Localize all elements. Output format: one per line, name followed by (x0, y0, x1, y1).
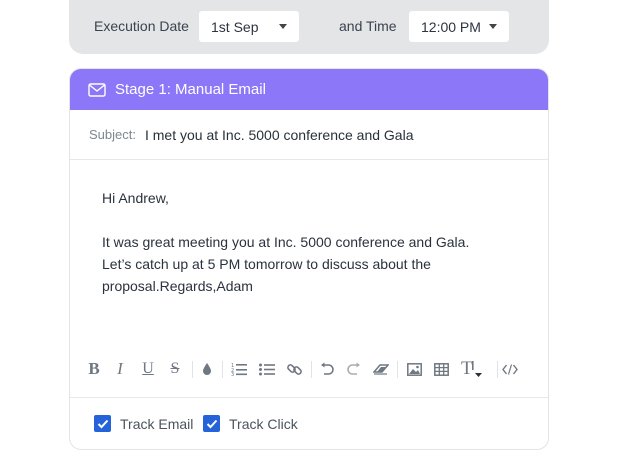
toolbar-divider (311, 361, 312, 378)
subject-row[interactable]: Subject: I met you at Inc. 5000 conferen… (70, 110, 548, 160)
strikethrough-button[interactable]: S (167, 360, 183, 378)
table-icon[interactable] (433, 360, 449, 378)
text-size-icon[interactable]: T (461, 358, 491, 379)
track-click-label: Track Click (229, 415, 298, 432)
bullet-list-icon[interactable] (259, 360, 275, 378)
stage-card: Stage 1: Manual Email Subject: I met you… (69, 68, 549, 450)
stage-title: Stage 1: Manual Email (115, 81, 266, 98)
bold-button[interactable]: B (86, 359, 102, 378)
italic-button[interactable]: I (113, 359, 127, 378)
image-icon[interactable] (406, 360, 422, 378)
redo-icon[interactable] (346, 360, 362, 378)
code-icon[interactable] (502, 360, 518, 378)
text-size-glyph: T (461, 358, 473, 379)
body-greeting: Hi Andrew, (102, 190, 169, 206)
ink-drop-icon[interactable] (200, 360, 214, 378)
execution-time-label: and Time (339, 18, 397, 34)
link-icon[interactable] (286, 360, 302, 378)
eraser-icon[interactable] (373, 360, 389, 378)
execution-date-select[interactable]: 1st Sep (199, 11, 299, 42)
subject-input[interactable]: I met you at Inc. 5000 conference and Ga… (145, 127, 414, 143)
body-line: It was great meeting you at Inc. 5000 co… (102, 234, 470, 250)
check-icon (94, 415, 111, 432)
body-line: proposal.Regards,Adam (102, 278, 253, 294)
subject-label: Subject: (89, 127, 136, 142)
toolbar-divider (222, 361, 223, 378)
execution-date-label: Execution Date (94, 18, 189, 34)
schedule-bar: Execution Date 1st Sep and Time 12:00 PM (69, 0, 549, 54)
chevron-down-icon (489, 24, 497, 29)
tracking-options: Track Email Track Click (70, 397, 548, 449)
toolbar-divider (497, 361, 498, 378)
track-email-label: Track Email (120, 415, 194, 432)
chevron-down-icon (279, 24, 287, 29)
email-body-editor[interactable]: Hi Andrew, It was great meeting you at I… (102, 187, 522, 297)
toolbar-divider (397, 361, 398, 378)
editor-toolbar: B I U S 123 T (70, 354, 548, 384)
toolbar-divider (192, 361, 193, 378)
check-icon (203, 415, 220, 432)
undo-icon[interactable] (319, 360, 335, 378)
execution-time-value: 12:00 PM (421, 18, 481, 35)
execution-time-select[interactable]: 12:00 PM (409, 11, 509, 42)
body-line: Let’s catch up at 5 PM tomorrow to discu… (102, 256, 431, 272)
track-click-checkbox[interactable]: Track Click (203, 415, 298, 432)
stage-header: Stage 1: Manual Email (70, 69, 548, 110)
underline-button[interactable]: U (140, 360, 156, 378)
mail-icon (88, 82, 106, 97)
ordered-list-icon[interactable]: 123 (231, 360, 247, 378)
track-email-checkbox[interactable]: Track Email (94, 415, 193, 432)
svg-text:3: 3 (231, 372, 234, 376)
execution-date-value: 1st Sep (211, 18, 259, 35)
